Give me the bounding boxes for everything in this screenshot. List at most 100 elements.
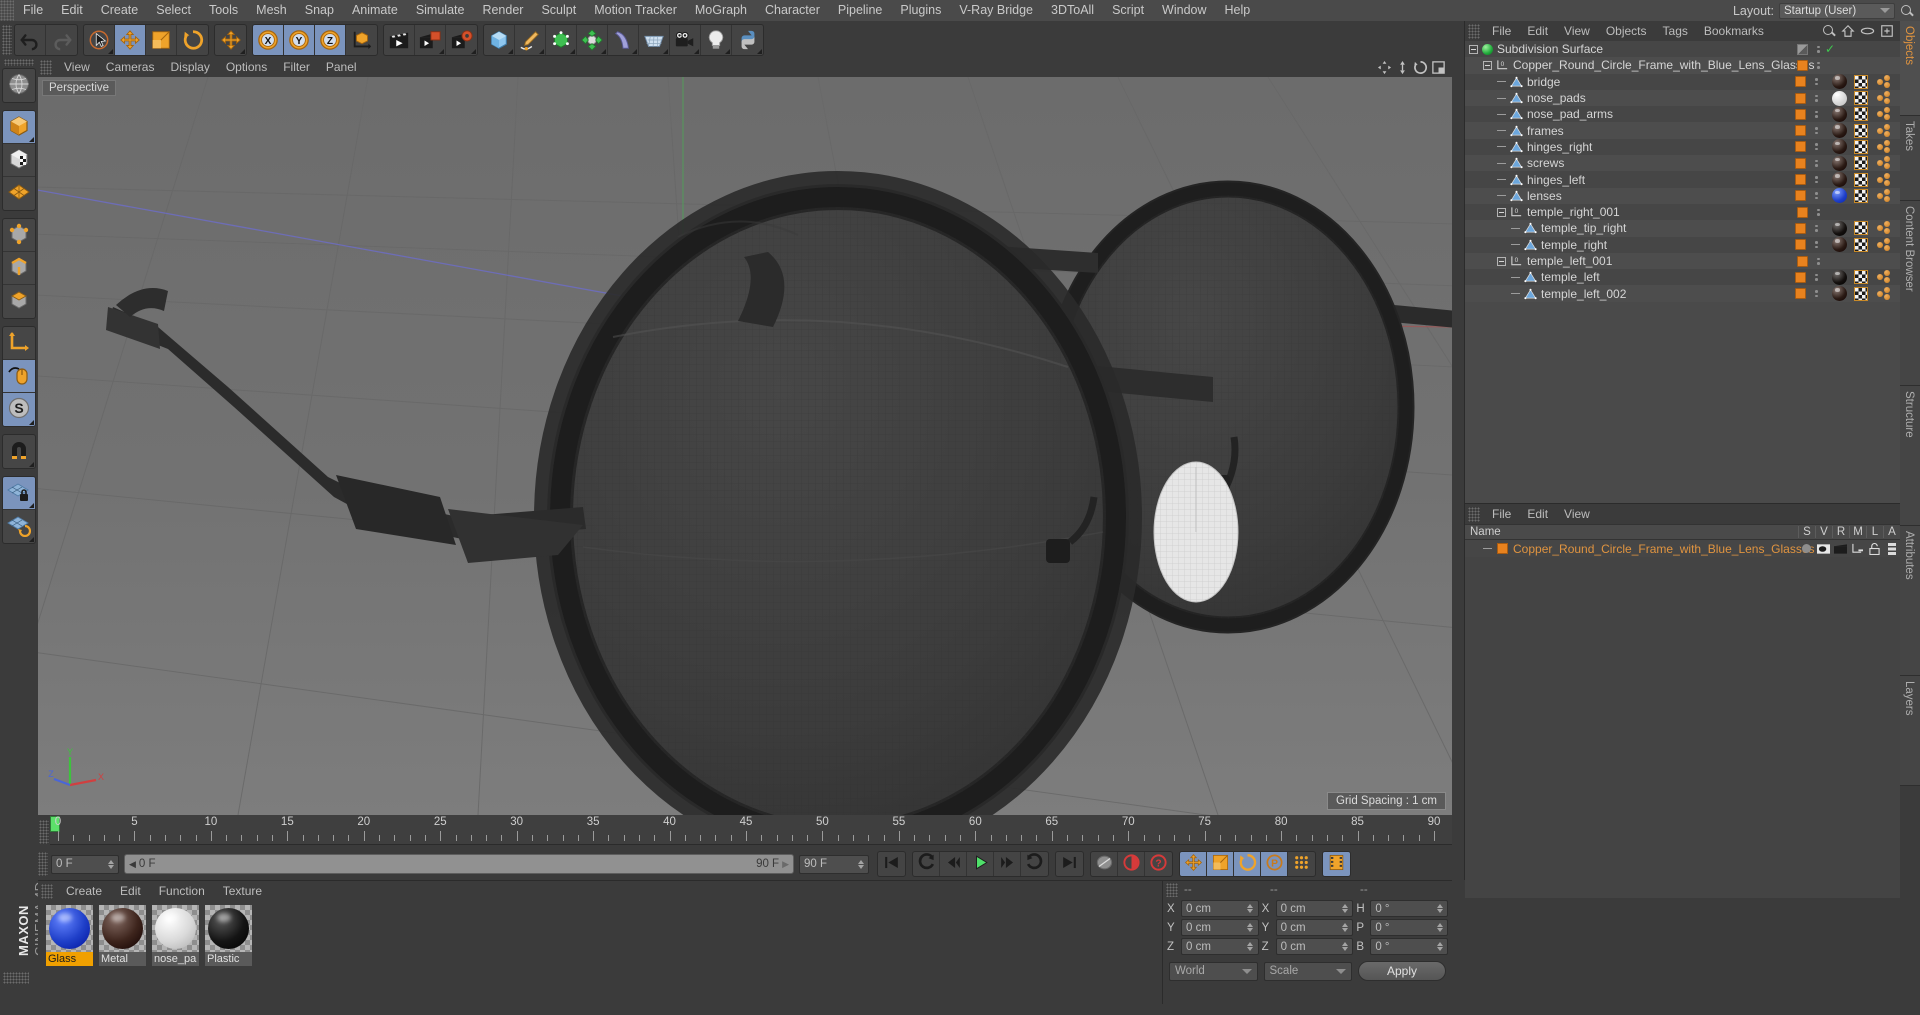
viewport-select-button[interactable] [3, 360, 35, 393]
uvw-tag[interactable] [1850, 172, 1872, 188]
display-tag[interactable] [1794, 271, 1806, 283]
workplane-lock-button[interactable] [3, 477, 35, 510]
uvw-tag[interactable] [1850, 237, 1872, 253]
magnet-tool-button[interactable] [3, 435, 35, 468]
vertical-tab-attributes[interactable]: Attributes [1900, 526, 1920, 676]
object-tree-row[interactable]: frames [1465, 122, 1900, 139]
end-frame-stepper[interactable] [857, 858, 864, 871]
uvw-tag[interactable] [1850, 269, 1872, 285]
object-tree-row[interactable]: 0 temple_right_001 [1465, 203, 1900, 221]
position-x-field[interactable]: 0 cm [1181, 900, 1259, 917]
manager-toggle[interactable] [1849, 543, 1866, 554]
record-position-button[interactable] [1180, 852, 1207, 876]
material-swatch[interactable] [46, 905, 93, 952]
render-region-button[interactable] [415, 24, 446, 55]
visibility-dots[interactable] [1813, 110, 1820, 118]
scale-tool[interactable] [146, 24, 177, 55]
visibility-dots[interactable] [1815, 61, 1822, 69]
phong-tag[interactable] [1872, 74, 1894, 90]
model-mode-button[interactable] [3, 111, 35, 144]
edge-mode-button[interactable] [3, 252, 35, 285]
rotation-p-field[interactable]: 0 ° [1370, 919, 1449, 936]
object-menu-edit[interactable]: Edit [1519, 21, 1556, 41]
go-to-end-button[interactable] [1056, 852, 1083, 876]
lock-x-button[interactable]: X [253, 24, 284, 55]
transport-grip[interactable] [38, 852, 48, 876]
material-tag[interactable] [1828, 237, 1850, 253]
visibility-dots[interactable] [1815, 208, 1822, 216]
object-tree-row[interactable]: temple_tip_right [1465, 220, 1900, 237]
display-tag[interactable] [1794, 108, 1806, 120]
phong-tag[interactable] [1872, 155, 1894, 171]
home-icon[interactable] [1841, 24, 1855, 38]
material-menu-texture[interactable]: Texture [214, 881, 271, 901]
lock-y-button[interactable]: Y [284, 24, 315, 55]
render-view-button[interactable] [384, 24, 415, 55]
redo-button[interactable] [46, 25, 77, 55]
menu-file[interactable]: File [14, 0, 52, 21]
select-tool[interactable] [84, 24, 115, 55]
menu-select[interactable]: Select [147, 0, 200, 21]
autokey-button[interactable] [1091, 852, 1118, 876]
add-camera-button[interactable] [670, 24, 701, 55]
material-tag[interactable] [1828, 188, 1850, 204]
visibility-dots[interactable] [1813, 143, 1820, 151]
zoom-view-icon[interactable] [1395, 60, 1410, 75]
viewport-menu-options[interactable]: Options [218, 58, 275, 77]
material-tag[interactable] [1828, 220, 1850, 236]
frame-range-bar[interactable]: ◀ 0 F 90 F ▶ [124, 854, 794, 874]
ellipse-icon[interactable] [1860, 25, 1875, 37]
go-to-start-button[interactable] [878, 852, 905, 876]
uvw-tag[interactable] [1850, 220, 1872, 236]
texture-mode-button[interactable] [3, 144, 35, 177]
expand-toggle-icon[interactable] [1497, 256, 1506, 266]
menu-help[interactable]: Help [1216, 0, 1260, 21]
menu-edit[interactable]: Edit [52, 0, 92, 21]
material-swatch[interactable] [205, 905, 252, 952]
visibility-dots[interactable] [1813, 159, 1820, 167]
record-pla-button[interactable] [1288, 852, 1315, 876]
material-tag[interactable] [1828, 123, 1850, 139]
phong-tag[interactable] [1872, 237, 1894, 253]
add-primitive-button[interactable] [484, 24, 515, 55]
timeline-ruler[interactable]: 0 5 10 15 20 25 30 35 40 45 50 55 60 65 70 75 80 85 90 [50, 815, 1452, 845]
toolbar-grip[interactable] [2, 24, 12, 55]
move-view-icon[interactable] [1377, 60, 1392, 75]
material-chip[interactable]: nose_pa [152, 905, 199, 966]
visibility-toggle[interactable] [1815, 543, 1832, 554]
phong-tag[interactable] [1872, 123, 1894, 139]
expand-toggle-icon[interactable] [1469, 44, 1478, 54]
material-tag[interactable] [1828, 172, 1850, 188]
record-scale-button[interactable] [1207, 852, 1234, 876]
phong-tag[interactable] [1872, 220, 1894, 236]
layer-row[interactable]: Copper_Round_Circle_Frame_with_Blue_Lens… [1465, 540, 1900, 557]
apply-button[interactable]: Apply [1358, 961, 1446, 981]
panel-layout-icon[interactable] [1431, 60, 1446, 75]
current-frame-field[interactable]: 0 F [51, 854, 119, 874]
layout-select[interactable]: Startup (User) [1779, 2, 1895, 19]
object-menu-tags[interactable]: Tags [1655, 21, 1696, 41]
lock-z-button[interactable]: Z [315, 24, 346, 55]
object-tree[interactable]: Subdivision Surface ✓ 0 Copper_Round_Circle… [1465, 41, 1900, 503]
coordinate-manager-grip[interactable] [1166, 883, 1178, 897]
material-swatch[interactable] [152, 905, 199, 952]
layer-menu-view[interactable]: View [1556, 504, 1598, 524]
phong-tag[interactable] [1872, 269, 1894, 285]
viewport-menu-filter[interactable]: Filter [275, 58, 318, 77]
rotate-view-icon[interactable] [1413, 60, 1428, 75]
add-generator-button[interactable] [546, 24, 577, 55]
size-x-stepper[interactable] [1341, 902, 1348, 915]
workplane-rotate-button[interactable] [3, 510, 35, 543]
previous-key-button[interactable] [913, 852, 940, 876]
current-frame-stepper[interactable] [107, 858, 114, 871]
material-tag[interactable] [1828, 106, 1850, 122]
rotation-h-field[interactable]: 0 ° [1370, 900, 1449, 917]
material-manager-grip[interactable] [41, 883, 53, 899]
step-forward-button[interactable] [994, 852, 1021, 876]
point-mode-button[interactable] [3, 219, 35, 252]
visibility-dots[interactable] [1813, 192, 1820, 200]
size-y-field[interactable]: 0 cm [1275, 919, 1354, 936]
object-tree-row[interactable]: temple_left [1465, 269, 1900, 286]
record-param-button[interactable]: P [1261, 852, 1288, 876]
size-x-field[interactable]: 0 cm [1275, 900, 1354, 917]
